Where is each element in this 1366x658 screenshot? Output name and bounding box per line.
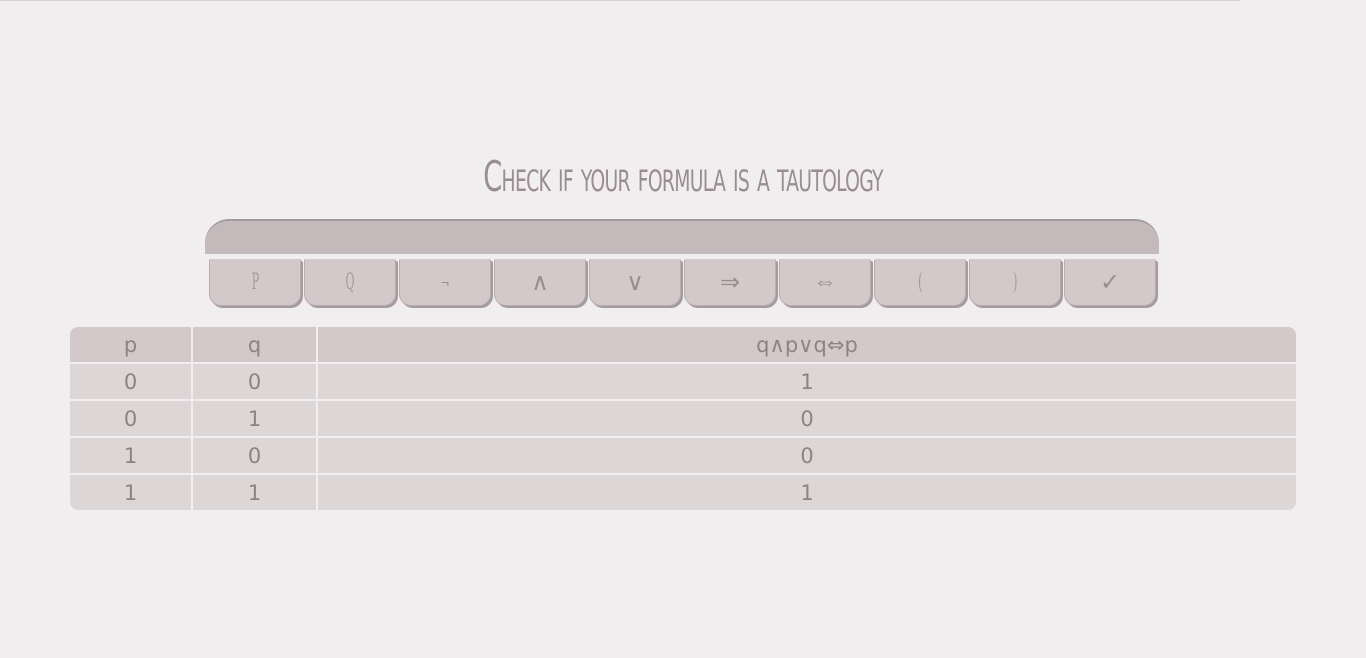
check-icon: ✓	[1099, 268, 1121, 296]
key-label: ⇒	[719, 268, 741, 296]
key-label: ⇔	[813, 268, 837, 295]
key-not-button[interactable]: ¬	[399, 259, 491, 306]
table-cell: 1	[317, 363, 1296, 401]
table-cell: 0	[317, 437, 1296, 475]
column-header-p: p	[70, 327, 193, 364]
table-cell: 1	[192, 400, 318, 438]
key-label: P	[251, 269, 259, 295]
check-button[interactable]: ✓	[1064, 259, 1156, 306]
key-implies-button[interactable]: ⇒	[684, 259, 776, 306]
table-cell: 0	[317, 400, 1296, 438]
table-cell: 0	[70, 400, 193, 438]
top-divider	[0, 0, 1240, 1]
table-row: 1 0 0	[70, 437, 1296, 475]
key-label: Q	[345, 269, 355, 295]
key-open-paren-button[interactable]: (	[874, 259, 966, 306]
table-cell: 0	[192, 437, 318, 475]
formula-input[interactable]	[205, 219, 1159, 254]
table-row: 0 0 1	[70, 363, 1296, 401]
column-header-q: q	[192, 327, 318, 364]
table-cell: 1	[70, 437, 193, 475]
table-cell: 0	[192, 363, 318, 401]
table-row: 1 1 1	[70, 474, 1296, 510]
key-iff-button[interactable]: ⇔	[779, 259, 871, 306]
column-header-formula: q∧p∨q⇔p	[317, 327, 1296, 364]
key-label: ∨	[626, 268, 644, 296]
key-and-button[interactable]: ∧	[494, 259, 586, 306]
key-close-paren-button[interactable]: )	[969, 259, 1061, 306]
key-label: ∧	[531, 268, 549, 296]
key-label: )	[1012, 269, 1018, 295]
table-cell: 1	[192, 474, 318, 510]
key-label: ¬	[440, 274, 450, 290]
operator-keypad: P Q ¬ ∧ ∨ ⇒ ⇔ ( ) ✓	[209, 259, 1159, 306]
key-p-button[interactable]: P	[209, 259, 301, 306]
page-title: Check if your formula is a tautology	[483, 152, 883, 201]
truth-table: p q q∧p∨q⇔p 0 0 1 0 1 0 1 0 0 1 1 1	[70, 327, 1296, 510]
table-header-row: p q q∧p∨q⇔p	[70, 327, 1296, 364]
key-or-button[interactable]: ∨	[589, 259, 681, 306]
table-cell: 1	[317, 474, 1296, 510]
table-cell: 1	[70, 474, 193, 510]
table-cell: 0	[70, 363, 193, 401]
table-row: 0 1 0	[70, 400, 1296, 438]
key-q-button[interactable]: Q	[304, 259, 396, 306]
key-label: (	[917, 269, 923, 295]
